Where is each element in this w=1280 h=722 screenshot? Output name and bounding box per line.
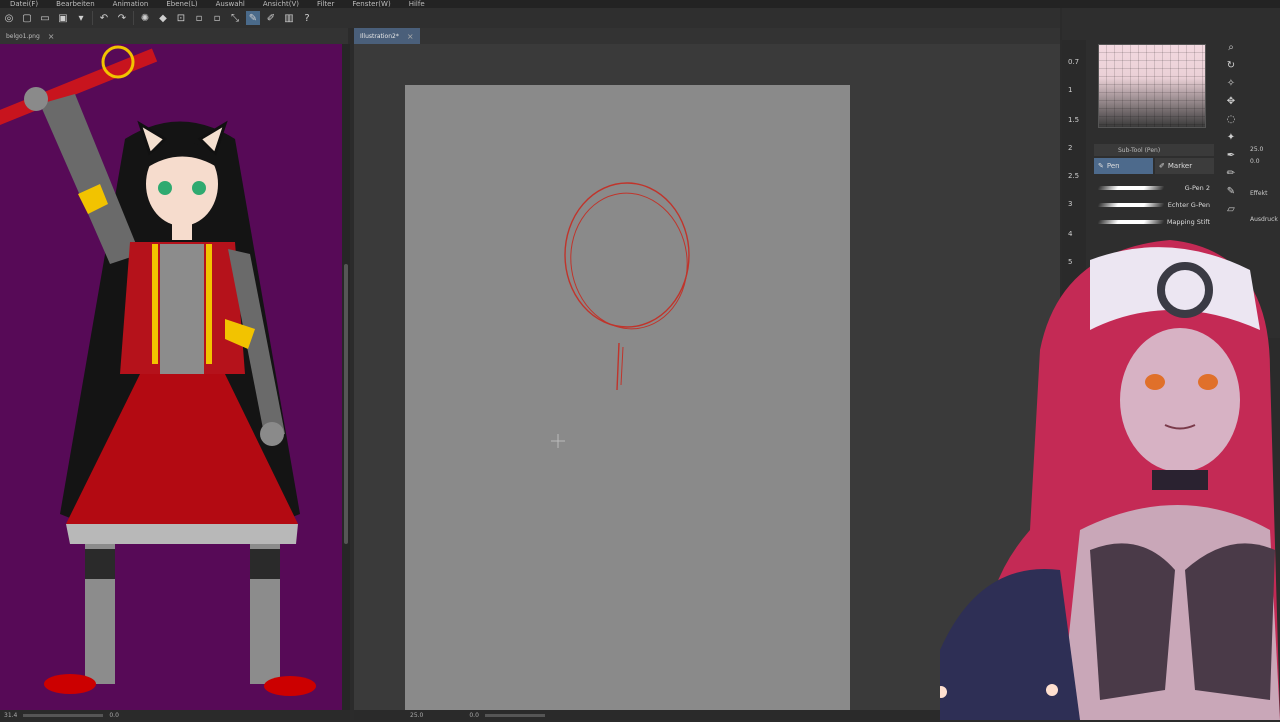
brush-name: Echter G-Pen	[1167, 201, 1210, 209]
ruler-tick: 4	[1068, 230, 1073, 238]
sketch-strokes	[551, 182, 690, 448]
brush-name: Mapping Stift	[1166, 218, 1210, 226]
strength-value[interactable]: 0.0	[1250, 158, 1260, 165]
menu-bar: Datei(F) Bearbeiten Animation Ebene(L) A…	[0, 0, 1280, 8]
canvas-status-bar: 25.0 0.0	[354, 710, 1060, 720]
save-icon[interactable]: ▣	[56, 11, 70, 25]
menu-filter[interactable]: Filter	[317, 0, 334, 8]
scrollbar-thumb[interactable]	[344, 264, 348, 544]
tab-label: Marker	[1167, 162, 1193, 170]
ruler-tick: 2	[1068, 144, 1073, 152]
zoom-icon[interactable]: ⌕	[1228, 42, 1234, 54]
ruler-tick: 0.7	[1068, 58, 1080, 66]
brush-size-ruler[interactable]: 0.7 1 1.5 2 2.5 3 4 5 6	[1062, 40, 1086, 300]
zoom-value[interactable]: 31.4	[4, 712, 17, 719]
effect-label: Effekt	[1250, 190, 1268, 197]
tab-marker[interactable]: ✐ Marker	[1155, 158, 1214, 174]
tab-reference-image[interactable]: belgo1.png ×	[0, 28, 61, 44]
ruler-tick: 3	[1068, 200, 1073, 208]
pencil-icon[interactable]: ✏	[1227, 168, 1235, 180]
brush-item[interactable]: Echter G-Pen	[1097, 197, 1210, 213]
size-value[interactable]: 25.0	[1250, 146, 1263, 153]
reference-character-illustration	[0, 45, 316, 696]
tab-pen[interactable]: ✎ Pen	[1094, 158, 1153, 174]
drawing-canvas[interactable]	[405, 85, 850, 710]
help-icon[interactable]: ?	[300, 11, 314, 25]
selection-clear-icon[interactable]: ▫	[210, 11, 224, 25]
brush-stroke-preview	[1097, 203, 1165, 207]
reference-status-bar: 31.4 0.0	[0, 710, 350, 720]
expression-label: Ausdruck	[1250, 216, 1278, 223]
magic-wand-icon[interactable]: ✦	[1227, 132, 1235, 144]
menu-layer[interactable]: Ebene(L)	[166, 0, 197, 8]
undo-icon[interactable]: ↶	[97, 11, 111, 25]
save-menu-icon[interactable]: ▾	[74, 11, 88, 25]
pen-icon: ✎	[1098, 162, 1104, 170]
marker-icon: ✐	[1159, 162, 1165, 170]
ruler-tick: 2.5	[1068, 172, 1080, 180]
subtool-tabs: ✎ Pen ✐ Marker	[1094, 158, 1214, 174]
brush-item[interactable]: Mapping Stift	[1097, 214, 1210, 230]
angle-value[interactable]: 0.0	[109, 712, 119, 719]
zoom-slider[interactable]	[484, 713, 545, 717]
menu-file[interactable]: Datei(F)	[10, 0, 38, 8]
clear-icon[interactable]: ▫	[192, 11, 206, 25]
tab-label: belgo1.png	[6, 32, 40, 40]
lasso-icon[interactable]: ◌	[1227, 114, 1236, 126]
edit-icon[interactable]: ✐	[264, 11, 278, 25]
menu-selection[interactable]: Auswahl	[216, 0, 245, 8]
ruler-tick: 1.5	[1068, 116, 1080, 124]
tool-icon-column: ⌕ ↻ ✧ ✥ ◌ ✦ ✒ ✏ ✎ ▱	[1222, 42, 1240, 216]
redo-icon[interactable]: ↷	[115, 11, 129, 25]
angle-value[interactable]: 0.0	[469, 712, 479, 719]
open-folder-icon[interactable]: ▭	[38, 11, 52, 25]
fill-icon[interactable]: ◆	[156, 11, 170, 25]
tab-illustration[interactable]: Illustration2* ×	[354, 28, 420, 44]
zoom-slider[interactable]	[23, 713, 104, 717]
move-icon[interactable]: ✥	[1227, 96, 1235, 108]
zoom-value[interactable]: 25.0	[410, 712, 423, 719]
eraser-icon[interactable]: ▱	[1227, 204, 1235, 216]
subtool-header: Sub-Tool (Pen)	[1094, 144, 1214, 156]
new-file-icon[interactable]: ▢	[20, 11, 34, 25]
settings-icon[interactable]: ✺	[138, 11, 152, 25]
ruler-tick: 5	[1068, 258, 1073, 266]
subtool-header-label: Sub-Tool (Pen)	[1118, 146, 1161, 154]
brush-stroke-preview	[1097, 186, 1165, 190]
rotate-icon[interactable]: ↻	[1227, 60, 1235, 72]
separator	[133, 11, 134, 25]
tab-label: Pen	[1106, 162, 1120, 170]
reference-scrollbar[interactable]	[342, 44, 350, 710]
pen-icon[interactable]: ✒	[1227, 150, 1235, 162]
reference-tab-bar: belgo1.png ×	[0, 28, 348, 44]
tab-label: Illustration2*	[360, 32, 399, 40]
color-palette[interactable]	[1098, 44, 1206, 128]
layer-icon[interactable]: ▥	[282, 11, 296, 25]
reference-image	[0, 44, 342, 710]
ruler-tick: 1	[1068, 86, 1073, 94]
brush-stroke-preview	[1097, 220, 1165, 224]
menu-window[interactable]: Fenster(W)	[352, 0, 390, 8]
menu-animation[interactable]: Animation	[113, 0, 149, 8]
brush-icon[interactable]: ✎	[1227, 186, 1235, 198]
close-icon[interactable]: ×	[407, 32, 414, 41]
separator	[92, 11, 93, 25]
canvas-tab-bar: Illustration2* ×	[354, 28, 1060, 44]
transform-icon[interactable]: ⤡	[228, 11, 242, 25]
brush-name: G-Pen 2	[1184, 184, 1210, 192]
crosshair-cursor-icon	[551, 434, 565, 448]
app-icon[interactable]: ◎	[2, 11, 16, 25]
menu-edit[interactable]: Bearbeiten	[56, 0, 94, 8]
close-icon[interactable]: ×	[48, 32, 55, 41]
brush-item[interactable]: G-Pen 2	[1097, 180, 1210, 196]
menu-help[interactable]: Hilfe	[409, 0, 425, 8]
command-bar: ◎ ▢ ▭ ▣ ▾ ↶ ↷ ✺ ◆ ⊡ ▫ ▫ ⤡ ✎ ✐ ▥ ?	[0, 8, 1060, 28]
crop-icon[interactable]: ⊡	[174, 11, 188, 25]
canvas-workspace[interactable]	[354, 44, 1060, 710]
eyedropper-icon[interactable]: ✧	[1227, 78, 1235, 90]
pen-icon[interactable]: ✎	[246, 11, 260, 25]
menu-view[interactable]: Ansicht(V)	[263, 0, 299, 8]
ruler-tick: 6	[1068, 286, 1073, 294]
tool-property-edge: 25.0 0.0 Effekt Ausdruck	[1246, 130, 1280, 250]
